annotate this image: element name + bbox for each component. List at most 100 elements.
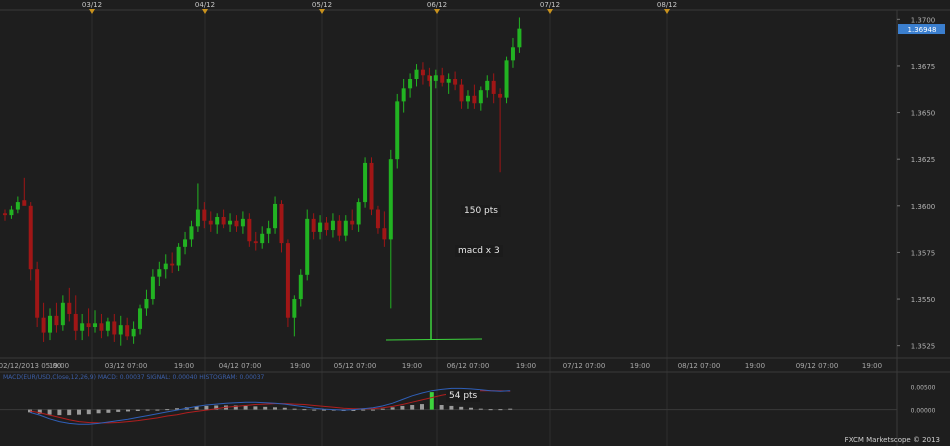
candle-body [356,202,361,225]
price-tick-label: 1.3525 [911,343,936,351]
candle-body [112,321,117,335]
macd-histogram-bar [322,409,326,411]
candle-body [298,274,303,300]
macd-histogram-bar [263,406,268,410]
candle-body [292,299,297,318]
macd-histogram-bar [380,408,385,410]
candle-body [343,220,348,236]
candle-body [86,323,91,328]
price-tick-label: 1.3550 [911,296,936,304]
macd-histogram-bar [282,407,287,410]
macd-histogram-bar [410,405,415,410]
candle-body [93,323,98,328]
candle-body [350,220,355,225]
candle-body [228,220,233,225]
candle-body [433,75,438,81]
candle-body [221,217,226,225]
time-axis-label: 03/12 07:00 [105,362,148,370]
candle-body [440,75,445,83]
macd-histogram-bar [439,405,444,410]
candle-body [195,209,200,227]
macd-histogram-bar [106,409,111,413]
candle-body [324,222,329,231]
macd-histogram-bar [302,409,307,411]
time-axis-label: 19:00 [862,362,882,370]
macd-histogram-bar [420,404,424,410]
candle-body [105,321,110,331]
macd-histogram-bar [253,406,258,410]
current-price-label: 1.36948 [908,26,937,34]
trading-chart[interactable]: 03/12 04/12 05/12 06/12 07/12 08/12 1.3700 1.3… [0,0,950,446]
macd-histogram-bar [155,409,160,411]
candle-body [67,302,72,314]
candle-body [363,162,368,203]
candle-body [485,80,490,91]
top-date-label: 05/12 [312,1,332,9]
macd-histogram-bar [77,409,81,415]
macd-histogram-bar [273,407,277,410]
price-tick-label: 1.3625 [911,156,936,164]
top-date-label: 08/12 [657,1,677,9]
candle-body [369,162,374,210]
top-date-label: 07/12 [540,1,560,9]
time-axis-label: 07/12 07:00 [563,362,606,370]
candle-body [337,220,342,236]
candle-body [279,203,284,244]
time-axis-label: 09/12 07:00 [796,362,839,370]
macd-histogram-bar [390,407,395,410]
candle-body [60,302,65,326]
macd-histogram-bar [292,408,297,410]
price-tick-label: 1.3575 [911,249,936,257]
macd-histogram-bar [96,409,101,414]
candle-body [330,220,335,231]
top-date-label: 03/12 [82,1,102,9]
range-annotation-label[interactable]: 150 pts [461,205,501,217]
candle-body [504,60,509,98]
candle-body [240,218,245,227]
candle-body [388,159,393,240]
macd-histogram-bar [204,405,209,410]
macd-histogram-bar [429,392,434,410]
candle-body [491,80,496,94]
candle-body [408,79,413,89]
candle-body [118,325,123,335]
macd-histogram-bar [126,409,130,412]
candle-body [80,323,85,331]
macd-histogram-bar [469,407,473,410]
candle-body [453,79,458,85]
candle-body [517,28,522,48]
candle-body [99,323,104,331]
histogram-annotation-label[interactable]: 54 pts [446,390,481,402]
macd-tick-label: 0.00500 [911,385,936,392]
candle-body [414,69,419,79]
macd-histogram-bar [488,409,493,411]
time-axis-label: 19:00 [516,362,536,370]
candle-body [311,218,316,232]
macd-histogram-bar [243,405,248,410]
candle-body [73,313,78,331]
candle-body [285,243,290,318]
candle-body [3,213,7,216]
candle-body [9,209,14,216]
macd-histogram-bar [47,409,52,415]
time-axis-label: 19:00 [174,362,194,370]
price-tick-label: 1.3600 [911,203,936,211]
candle-body [375,209,380,229]
candle-body [260,233,265,244]
candle-body [48,315,53,333]
candle-body [163,263,168,270]
watermark: FXCM Marketscope © 2013 [844,436,940,444]
macd-annotation-label[interactable]: macd x 3 [455,245,503,257]
price-tick-label: 1.3700 [911,16,936,24]
candle-body [395,101,400,160]
candle-body [144,299,149,309]
candle-body [420,69,425,76]
macd-histogram-bar [57,409,62,416]
price-tick-label: 1.3650 [911,110,936,118]
candle-body [253,241,258,244]
macd-histogram-bar [67,409,72,416]
candle-body [183,239,188,247]
time-axis-label: 19:00 [290,362,310,370]
candle-body [150,276,155,300]
time-axis-label: 19:00 [630,362,650,370]
